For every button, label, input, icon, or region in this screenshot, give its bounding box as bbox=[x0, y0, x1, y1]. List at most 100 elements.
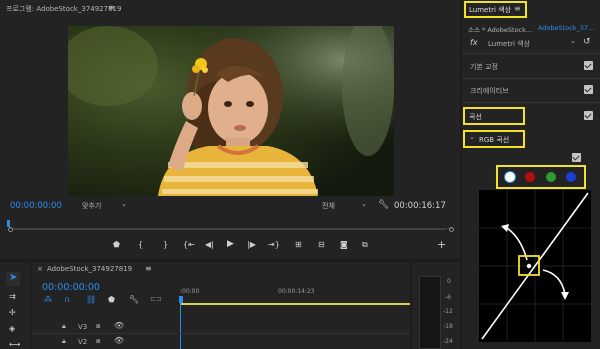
video-image bbox=[68, 26, 394, 196]
extract-icon[interactable]: ⊟ bbox=[318, 240, 325, 249]
lock-icon[interactable]: 🔒︎ bbox=[62, 322, 66, 331]
slip-tool-icon[interactable]: ⟷ bbox=[9, 340, 20, 349]
go-to-out-icon[interactable]: ⇥} bbox=[268, 240, 280, 249]
meter-tick: -18 bbox=[443, 323, 453, 330]
tools-panel: ➤ ⇉ ✢ ◈ ⟷ bbox=[0, 262, 30, 349]
rgb-curves-label: RGB 곡선 bbox=[479, 136, 510, 144]
chevron-down-icon: ⌄ bbox=[469, 133, 475, 141]
playhead[interactable] bbox=[7, 220, 10, 227]
curve-control-point bbox=[526, 263, 532, 269]
effect-name: Lumetri 색상 bbox=[488, 40, 531, 48]
program-monitor-header: 프로그램: AdobeStock_374927819 ≡ bbox=[0, 0, 460, 16]
add-marker-icon[interactable]: ⬟ bbox=[108, 295, 115, 304]
source-label[interactable]: 소스 * AdobeStock... bbox=[468, 24, 532, 34]
meter-tick: -12 bbox=[443, 308, 453, 315]
timeline-title[interactable]: AdobeStock_374927819 bbox=[47, 265, 132, 273]
rgb-curves-checkbox[interactable] bbox=[572, 153, 581, 162]
step-forward-icon[interactable]: |▶ bbox=[247, 240, 256, 249]
clip-label[interactable]: AdobeStock_37... bbox=[538, 24, 594, 32]
track-row: 🔒︎ V2 ⧈ 👁︎ bbox=[32, 335, 180, 349]
section-enable-checkbox[interactable] bbox=[584, 111, 593, 120]
section-creative[interactable]: 크리에이티브 bbox=[462, 80, 600, 100]
track-select-tool-icon[interactable]: ⇉ bbox=[9, 292, 16, 301]
snap-icon[interactable]: ∩ bbox=[64, 295, 70, 304]
time-ruler[interactable]: :00:00 00:00:14:23 bbox=[179, 288, 410, 310]
section-curves[interactable]: 곡선 bbox=[462, 106, 600, 126]
section-basic-correction[interactable]: 기본 교정 bbox=[462, 56, 600, 76]
meter-tick: -24 bbox=[443, 338, 453, 345]
camera-icon[interactable]: ◙ bbox=[340, 240, 348, 249]
program-monitor-title[interactable]: 프로그램: AdobeStock_374927819 bbox=[6, 4, 121, 14]
ruler-mid-label: 00:00:14:23 bbox=[278, 288, 315, 295]
chevron-down-icon: ⌄ bbox=[361, 200, 367, 208]
timecode-in[interactable]: 00:00:00:00 bbox=[10, 201, 62, 211]
ripple-edit-tool-icon[interactable]: ✢ bbox=[9, 308, 16, 317]
fit-dropdown[interactable]: 맞추기 ⌄ bbox=[78, 200, 130, 211]
lumetri-tab[interactable]: Lumetri 색상 ≡ bbox=[464, 1, 527, 18]
playhead-line bbox=[180, 302, 181, 349]
mark-out-icon[interactable]: } bbox=[163, 240, 168, 249]
captions-icon[interactable]: ⊏⊐ bbox=[150, 295, 162, 303]
channel-red-button[interactable] bbox=[525, 172, 535, 182]
play-icon[interactable]: ▶ bbox=[227, 239, 234, 249]
meter-tick: -6 bbox=[445, 294, 451, 301]
curve-graph[interactable] bbox=[479, 190, 591, 342]
section-label: 크리에이티브 bbox=[470, 87, 509, 95]
quality-dropdown[interactable]: 전체 ⌄ bbox=[318, 200, 370, 211]
chevron-down-icon[interactable]: ⌄ bbox=[570, 37, 576, 45]
selection-tool-icon[interactable]: ➤ bbox=[6, 272, 20, 286]
quality-dropdown-label: 전체 bbox=[322, 202, 335, 210]
close-icon[interactable]: × bbox=[37, 265, 43, 273]
zoom-scrollbar[interactable] bbox=[8, 227, 454, 232]
track-row: 🔒︎ V3 ⧈ 👁︎ bbox=[32, 320, 180, 334]
lumetri-panel: Lumetri 색상 ≡ 소스 * AdobeStock... AdobeSto… bbox=[462, 0, 600, 349]
panel-menu-icon[interactable]: ≡ bbox=[108, 3, 115, 12]
go-to-in-icon[interactable]: {⇤ bbox=[183, 240, 195, 249]
timeline-timecode[interactable]: 00:00:00:00 bbox=[42, 282, 100, 293]
sync-lock-icon[interactable]: ⧈ bbox=[96, 322, 100, 331]
channel-green-button[interactable] bbox=[546, 172, 556, 182]
eye-icon[interactable]: 👁︎ bbox=[114, 321, 124, 330]
timecode-out: 00:00:16:17 bbox=[394, 201, 446, 211]
section-label: 기본 교정 bbox=[470, 63, 498, 71]
mark-in-icon[interactable]: { bbox=[138, 240, 143, 249]
eye-icon[interactable]: 👁︎ bbox=[114, 336, 124, 345]
source-clip-row: 소스 * AdobeStock... AdobeStock_37... bbox=[462, 22, 600, 34]
section-enable-checkbox[interactable] bbox=[584, 61, 593, 70]
sync-lock-icon[interactable]: ⧈ bbox=[96, 337, 100, 346]
rgb-curves-heading[interactable]: ⌄ RGB 곡선 bbox=[463, 130, 525, 148]
track-label: V3 bbox=[78, 323, 88, 331]
effect-row: fx Lumetri 색상 ⌄ ↺ bbox=[462, 36, 600, 50]
chevron-down-icon: ⌄ bbox=[121, 200, 127, 208]
add-button-icon[interactable]: + bbox=[437, 238, 446, 251]
channel-luma-button[interactable] bbox=[504, 171, 516, 183]
marker-icon[interactable]: ⬟ bbox=[113, 240, 120, 249]
step-back-icon[interactable]: ◀| bbox=[205, 240, 214, 249]
nest-icon[interactable]: ⁂ bbox=[44, 295, 52, 304]
lift-icon[interactable]: ⊞ bbox=[295, 240, 302, 249]
meter-tick: 0 bbox=[447, 278, 451, 285]
audio-meter: 0 -6 -12 -18 -24 bbox=[412, 262, 460, 349]
timeline-panel: × AdobeStock_374927819 ≡ 00:00:00:00 ⁂ ∩… bbox=[32, 262, 410, 349]
panel-menu-icon[interactable]: ≡ bbox=[145, 264, 152, 273]
linked-selection-icon[interactable]: ⛓︎ bbox=[86, 295, 96, 304]
fx-icon[interactable]: fx bbox=[470, 38, 478, 47]
lock-icon[interactable]: 🔒︎ bbox=[62, 337, 66, 346]
channel-blue-button[interactable] bbox=[566, 172, 576, 182]
wrench-icon[interactable]: 🔧︎ bbox=[129, 295, 139, 304]
wrench-icon[interactable]: 🔧︎ bbox=[378, 200, 389, 210]
panel-menu-icon[interactable]: ≡ bbox=[514, 4, 521, 13]
lumetri-tab-label: Lumetri 색상 bbox=[469, 6, 512, 14]
work-area-bar[interactable] bbox=[180, 303, 410, 305]
section-enable-checkbox[interactable] bbox=[584, 85, 593, 94]
curves-heading[interactable]: 곡선 bbox=[463, 107, 525, 125]
compare-icon[interactable]: ⧉ bbox=[362, 240, 368, 250]
reset-icon[interactable]: ↺ bbox=[583, 37, 591, 47]
curve-editor[interactable] bbox=[479, 190, 591, 342]
razor-tool-icon[interactable]: ◈ bbox=[9, 324, 15, 333]
fit-dropdown-label: 맞추기 bbox=[82, 202, 102, 210]
program-monitor: 프로그램: AdobeStock_374927819 ≡ 00:00:00:00… bbox=[0, 0, 460, 259]
channel-selector bbox=[496, 165, 586, 189]
track-label: V2 bbox=[78, 338, 88, 346]
section-label: 곡선 bbox=[469, 113, 482, 121]
